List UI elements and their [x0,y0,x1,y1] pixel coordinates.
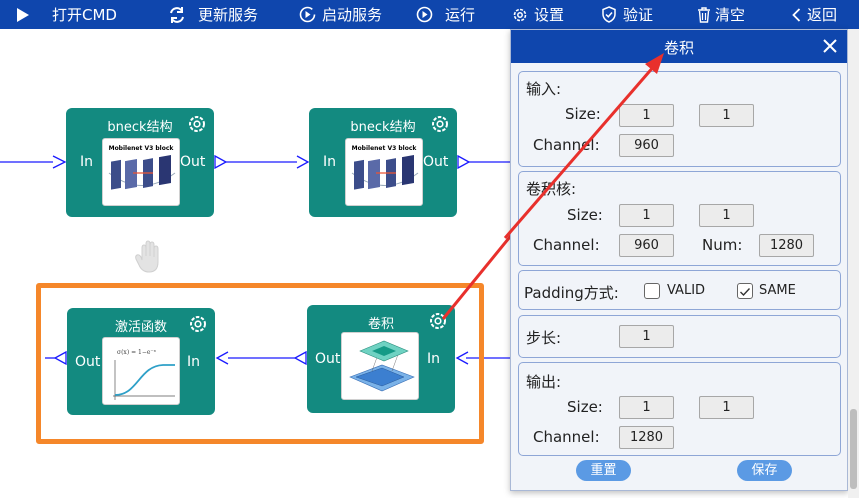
output-size-label: Size: [567,398,603,416]
gear-icon[interactable] [188,314,208,334]
convolution-illustration [349,340,415,392]
start-service-icon [299,6,316,23]
settings-label: 设置 [534,6,565,24]
node-convolution[interactable]: 卷积 Out In [307,305,455,413]
mobilenet-block-thumbnail: Mobilenet V3 block [345,138,423,206]
kernel-channel-label: Channel: [533,236,600,254]
output-size-width-field[interactable]: 1 [619,396,674,419]
back-label: 返回 [807,6,838,24]
port-in-label: In [80,154,94,170]
reset-button[interactable]: 重置 [576,460,631,481]
connection-bneck2-out [457,154,510,170]
run-button[interactable]: 运行 [416,0,475,29]
input-heading: 输入: [526,80,562,98]
clear-button[interactable]: 清空 [697,0,745,29]
run-icon [416,6,433,23]
kernel-heading: 卷积核: [526,180,577,198]
connection-bneck1-to-bneck2 [214,154,310,170]
kernel-group: 卷积核: Size: 1 1 Channel: 960 Num: 1280 [518,171,841,266]
padding-valid-checkbox[interactable] [644,283,660,299]
padding-label: Padding方式: [524,284,619,302]
input-channel-label: Channel: [533,136,600,154]
scrollbar[interactable] [848,29,859,498]
convolution-thumbnail [341,332,419,400]
input-size-label: Size: [565,105,601,123]
padding-group: Padding方式: VALID SAME [518,270,841,310]
start-service-button[interactable]: 启动服务 [299,0,382,29]
output-heading: 输出: [526,373,562,391]
shield-icon [602,6,616,23]
block-illustration [108,155,176,190]
output-group: 输出: Size: 1 1 Channel: 1280 [518,362,841,456]
port-out-label: Out [423,154,449,170]
convolution-settings-dialog: 卷积 输入: Size: 1 1 Channel: 960 卷积核: Size:… [510,29,848,491]
hand-cursor-icon [135,240,159,273]
kernel-size-height-field[interactable]: 1 [699,204,754,227]
refresh-service-label: 更新服务 [198,6,259,24]
port-out-label: Out [75,354,101,370]
scrollbar-thumb[interactable] [850,409,857,489]
block-illustration [351,155,419,190]
output-channel-label: Channel: [533,428,600,446]
kernel-num-field[interactable]: 1280 [759,234,814,257]
gear-icon[interactable] [428,311,448,331]
node-activation[interactable]: 激活函数 Out In σ(x) = 1−e⁻ˣ [67,308,215,415]
refresh-service-button[interactable]: 更新服务 [168,0,258,29]
gear-icon[interactable] [187,114,207,134]
chevron-left-icon [792,7,801,22]
mobilenet-block-thumbnail: Mobilenet V3 block [102,138,180,206]
padding-same-label: SAME [759,283,796,298]
port-out-label: Out [180,154,206,170]
sigmoid-thumbnail: σ(x) = 1−e⁻ˣ [102,337,180,405]
flow-canvas[interactable]: bneck结构 In Out Mobilenet V3 block bneck结… [0,29,510,498]
kernel-size-width-field[interactable]: 1 [619,204,674,227]
open-cmd-label: 打开CMD [52,6,117,24]
kernel-channel-field[interactable]: 960 [619,234,674,257]
output-size-height-field[interactable]: 1 [699,396,754,419]
kernel-size-label: Size: [567,206,603,224]
thumbnail-caption: Mobilenet V3 block [351,145,417,152]
dialog-header: 卷积 [511,30,847,63]
settings-button[interactable]: 设置 [512,0,564,29]
gear-icon [513,8,527,21]
port-in-label: In [323,154,337,170]
svg-text:σ(x) = 1−e⁻ˣ: σ(x) = 1−e⁻ˣ [117,349,157,356]
start-service-label: 启动服务 [322,6,383,24]
input-size-width-field[interactable]: 1 [619,104,674,127]
padding-same-checkbox[interactable] [737,283,753,299]
stride-group: 步长: 1 [518,315,841,358]
verify-button[interactable]: 验证 [601,0,653,29]
node-bneck-2[interactable]: bneck结构 In Out Mobilenet V3 block [309,108,457,217]
gear-icon[interactable] [430,114,450,134]
close-icon[interactable] [819,35,841,57]
stride-field[interactable]: 1 [619,325,674,348]
checkmark-icon [740,288,751,297]
back-button[interactable]: 返回 [792,0,837,29]
input-channel-field[interactable]: 960 [619,134,674,157]
port-out-label: Out [315,351,341,367]
sigmoid-plot: σ(x) = 1−e⁻ˣ [113,349,175,400]
input-size-height-field[interactable]: 1 [699,104,754,127]
node-bneck-1[interactable]: bneck结构 In Out Mobilenet V3 block [66,108,214,217]
dialog-title: 卷积 [663,39,694,57]
padding-valid-label: VALID [667,283,706,298]
port-in-label: In [187,354,201,370]
connection-left-to-bneck1 [0,155,67,169]
toolbar: 打开CMD 更新服务 启动服务 运行 设置 验证 清空 返回 [0,0,859,29]
port-in-label: In [427,351,441,367]
trash-icon [698,6,710,23]
verify-label: 验证 [623,6,654,24]
output-channel-field[interactable]: 1280 [619,426,674,449]
clear-label: 清空 [715,6,746,24]
thumbnail-caption: Mobilenet V3 block [108,145,174,152]
save-button[interactable]: 保存 [737,460,792,481]
refresh-icon [170,6,184,23]
kernel-num-label: Num: [702,236,743,254]
open-cmd-button[interactable]: 打开CMD [16,0,117,29]
play-icon [17,7,29,22]
run-label: 运行 [445,6,476,24]
stride-label: 步长: [526,329,562,347]
input-group: 输入: Size: 1 1 Channel: 960 [518,71,841,167]
